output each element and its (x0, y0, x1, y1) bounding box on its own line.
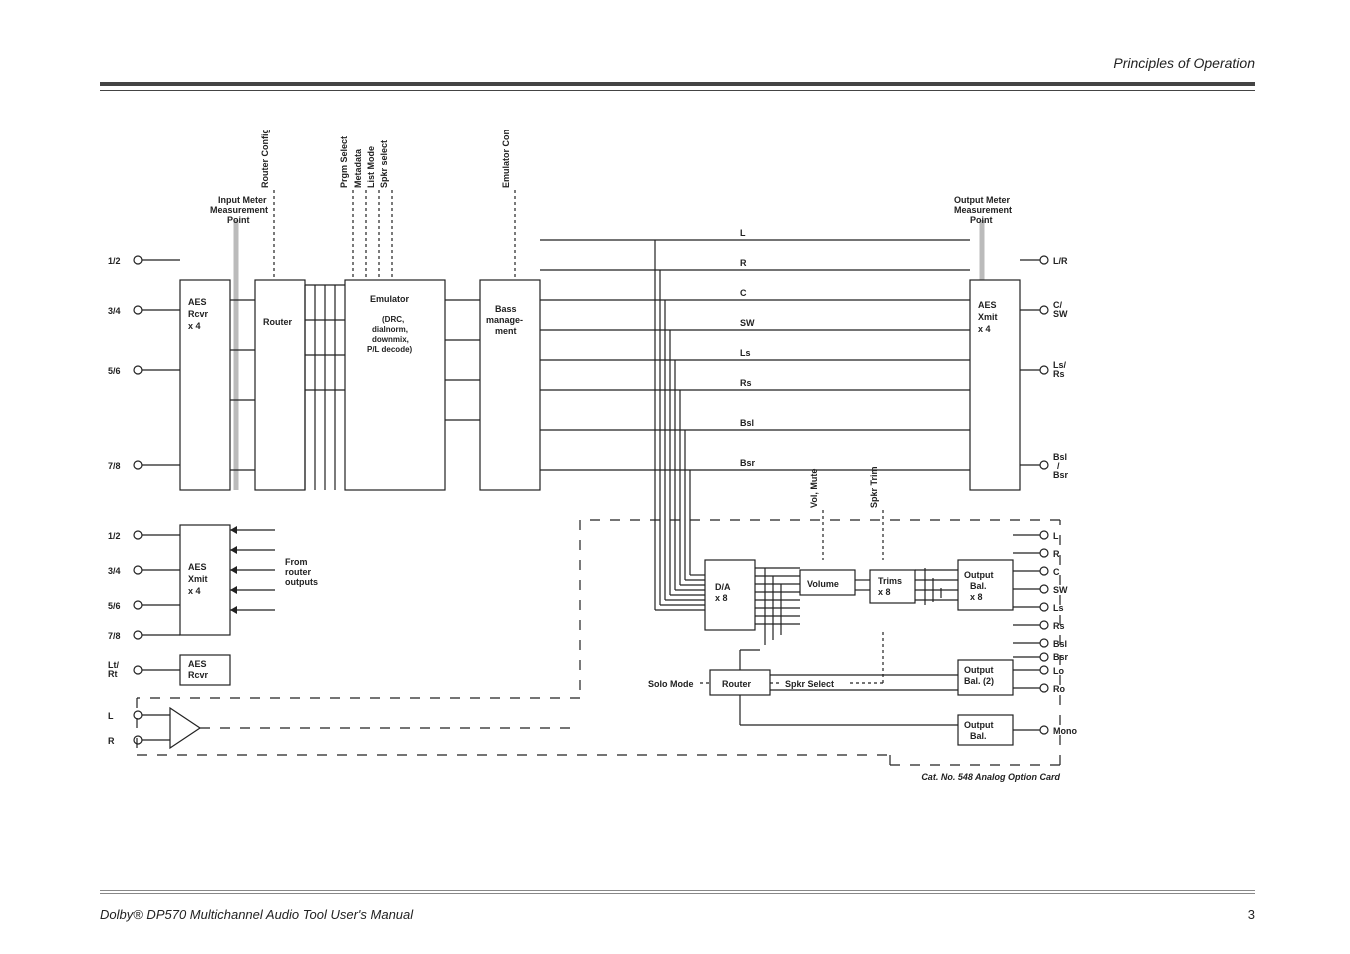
label-emulator-config: Emulator Config (501, 130, 511, 188)
label-router-config: Router Config (260, 130, 270, 188)
svg-text:Bsl/Bsr: Bsl/Bsr (1053, 452, 1069, 480)
label-prgm-select: Prgm Select (339, 136, 349, 188)
block-router1 (255, 280, 305, 490)
svg-text:1/2: 1/2 (108, 256, 121, 266)
svg-text:L: L (740, 228, 746, 238)
footer-rule (100, 890, 1255, 894)
label-input-meter: Input Meter Measurement Point (210, 195, 271, 225)
page-number: 3 (1248, 907, 1255, 922)
svg-text:3/4: 3/4 (108, 566, 121, 576)
svg-text:1/2: 1/2 (108, 531, 121, 541)
svg-text:Lt/Rt: Lt/Rt (108, 660, 119, 679)
svg-text:Lo: Lo (1053, 666, 1064, 676)
svg-text:Bsl: Bsl (740, 418, 754, 428)
label-metadata: Metadata (353, 148, 363, 188)
svg-text:5/6: 5/6 (108, 601, 121, 611)
block-emulator (345, 280, 445, 490)
svg-text:Ls: Ls (740, 348, 751, 358)
block-trims (870, 570, 915, 603)
label-output-meter: Output Meter Measurement Point (954, 195, 1015, 225)
header-rule (100, 82, 1255, 91)
label-list-mode: List Mode (366, 146, 376, 188)
aes-out-ports: L/R C/SW Ls/Rs Bsl/Bsr (1020, 256, 1069, 480)
label-vol-mute: Vol, Mute (809, 469, 819, 508)
svg-text:Ls/Rs: Ls/Rs (1053, 360, 1067, 379)
svg-text:SW: SW (1053, 585, 1068, 595)
svg-text:Ro: Ro (1053, 684, 1065, 694)
header-title: Principles of Operation (1113, 55, 1255, 71)
svg-text:L/R: L/R (1053, 256, 1068, 266)
svg-text:Bsr: Bsr (1053, 652, 1069, 662)
page: Principles of Operation Router Config Pr… (0, 0, 1350, 954)
svg-text:Emulator: Emulator (370, 294, 410, 304)
svg-text:Router: Router (263, 317, 292, 327)
svg-text:3/4: 3/4 (108, 306, 121, 316)
svg-text:Volume: Volume (807, 579, 839, 589)
svg-text:C: C (740, 288, 747, 298)
analog-card-boundary (137, 520, 1060, 765)
svg-text:L: L (1053, 531, 1059, 541)
label-spkr-select: Spkr Select (785, 679, 834, 689)
svg-text:C/SW: C/SW (1053, 300, 1068, 319)
svg-text:Router: Router (722, 679, 751, 689)
svg-text:AESRcvr: AESRcvr (188, 659, 209, 680)
svg-text:R: R (740, 258, 747, 268)
svg-text:R: R (1053, 549, 1060, 559)
footer-text: Dolby® DP570 Multichannel Audio Tool Use… (100, 907, 413, 922)
label-spkr-trim: Spkr Trim (869, 466, 879, 508)
card-note: Cat. No. 548 Analog Option Card (921, 772, 1060, 782)
opamp-icon (170, 708, 200, 748)
svg-text:Bsr: Bsr (740, 458, 756, 468)
label-spkr-select-top: Spkr select (379, 140, 389, 188)
label-solo: Solo Mode (648, 679, 694, 689)
svg-text:C: C (1053, 567, 1060, 577)
block-da8 (705, 560, 755, 630)
svg-text:L: L (108, 711, 114, 721)
svg-text:5/6: 5/6 (108, 366, 121, 376)
svg-text:OutputBal. (2): OutputBal. (2) (964, 665, 994, 686)
channel-bus: L R C SW Ls Rs Bsl Bsr (540, 228, 970, 610)
svg-text:R: R (108, 736, 115, 746)
svg-text:Rs: Rs (740, 378, 752, 388)
svg-text:7/8: 7/8 (108, 461, 121, 471)
block-diagram: Router Config Prgm Select Metadata List … (100, 130, 1255, 830)
svg-text:Ls: Ls (1053, 603, 1064, 613)
svg-text:Rs: Rs (1053, 621, 1065, 631)
svg-text:7/8: 7/8 (108, 631, 121, 641)
input-ports: 1/2 3/4 5/6 7/8 (108, 256, 180, 471)
svg-text:SW: SW (740, 318, 755, 328)
svg-text:Mono: Mono (1053, 726, 1077, 736)
svg-text:Fromrouteroutputs: Fromrouteroutputs (285, 557, 318, 587)
